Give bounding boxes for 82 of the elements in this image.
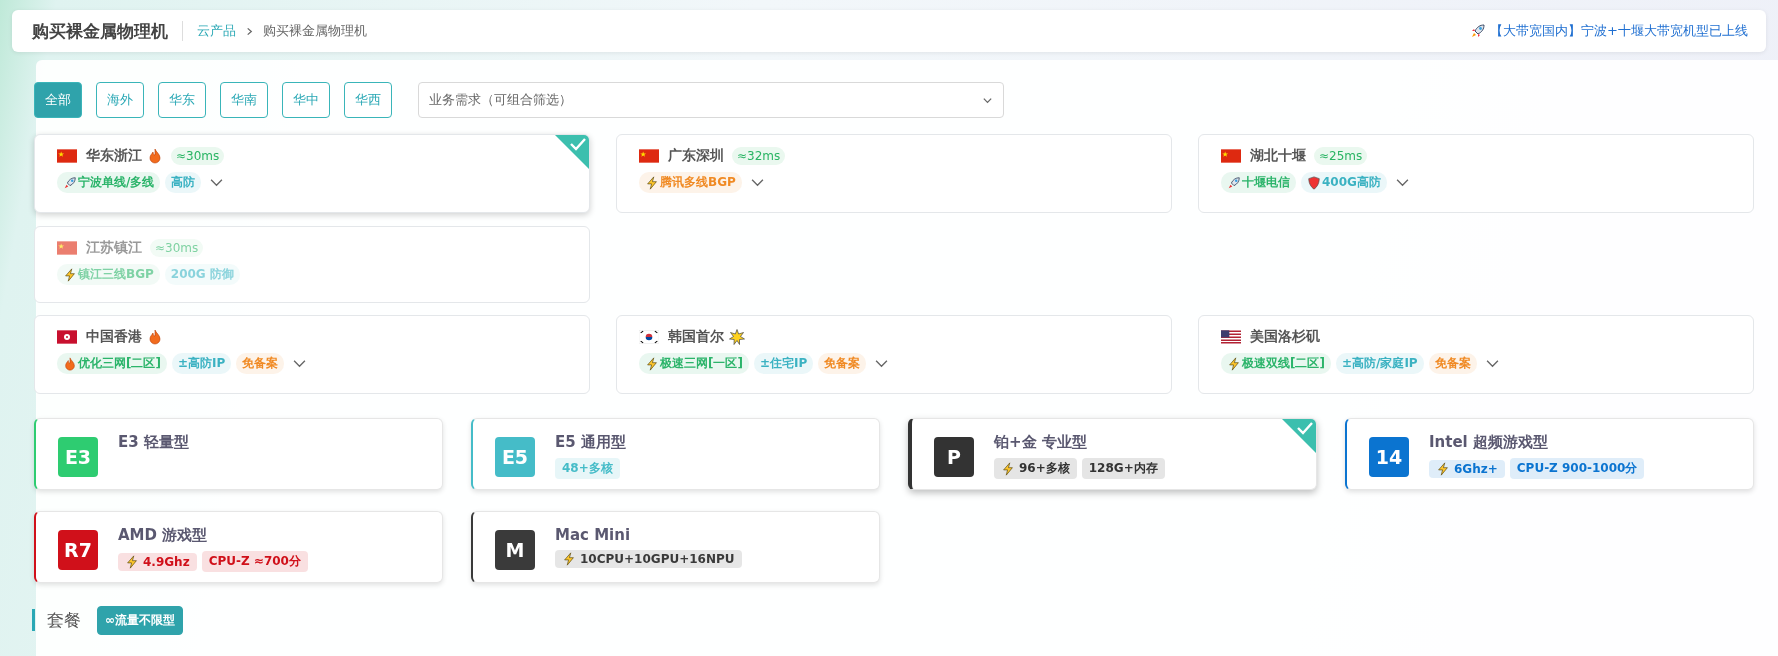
announcement-link[interactable]: 【大带宽国内】宁波+十堰大带宽机型已上线 bbox=[1490, 22, 1748, 40]
lightning-icon bbox=[645, 356, 659, 371]
region-card[interactable]: 韩国首尔 极速三网[一区] ±住宅IP 免备案 bbox=[616, 315, 1172, 394]
expand-chevron-icon[interactable] bbox=[210, 178, 224, 187]
feature-tag: 宁波单线/多线 bbox=[57, 172, 161, 193]
shield-icon bbox=[1307, 175, 1321, 190]
feature-tag: 优化三网[二区] bbox=[57, 353, 167, 374]
feature-tag: 十堰电信 bbox=[1221, 172, 1296, 193]
region-card[interactable]: 华东浙江 ≈30ms 宁波单线/多线 高防 bbox=[34, 134, 590, 213]
model-badge: E5 bbox=[495, 437, 535, 477]
region-name: 湖北十堰 bbox=[1250, 147, 1306, 165]
model-name: E5 通用型 bbox=[555, 433, 626, 452]
feature-tag: 400G高防 bbox=[1301, 172, 1387, 193]
spec-tag: CPU-Z ≈700分 bbox=[201, 551, 308, 572]
spec-tag: 96+多核 bbox=[994, 458, 1077, 479]
flame-icon bbox=[63, 356, 77, 371]
feature-tag: ±高防IP bbox=[171, 353, 232, 374]
server-model-card[interactable]: E3 E3 轻量型 bbox=[34, 418, 443, 490]
model-badge: E3 bbox=[58, 437, 98, 477]
latency-badge: ≈30ms bbox=[150, 239, 204, 257]
server-model-card[interactable]: 14 Intel 超频游戏型 6Ghz+ CPU-Z 900-1000分 bbox=[1345, 418, 1754, 490]
feature-tag: 镇江三线BGP bbox=[57, 264, 160, 285]
feature-tag: 极速双线[二区] bbox=[1221, 353, 1331, 374]
latency-badge: ≈32ms bbox=[732, 147, 786, 165]
rocket-icon bbox=[63, 175, 77, 190]
feature-tag: 免备案 bbox=[236, 353, 285, 374]
feature-tag: 腾讯多线BGP bbox=[639, 172, 742, 193]
model-name: AMD 游戏型 bbox=[118, 526, 209, 545]
lightning-icon bbox=[1227, 356, 1241, 371]
spec-tag: 10CPU+10GPU+16NPU bbox=[555, 550, 742, 568]
checkmark-corner-icon bbox=[1282, 419, 1316, 453]
checkmark-corner-icon bbox=[555, 135, 589, 169]
feature-tag: 极速三网[一区] bbox=[639, 353, 749, 374]
region-card[interactable]: 美国洛杉矶 极速双线[二区] ±高防/家庭IP 免备案 bbox=[1198, 315, 1754, 394]
expand-chevron-icon[interactable] bbox=[1395, 178, 1409, 187]
region-card[interactable]: 湖北十堰 ≈25ms 十堰电信 400G高防 bbox=[1198, 134, 1754, 213]
feature-tag: ±住宅IP bbox=[753, 353, 814, 374]
demand-select[interactable]: 业务需求（可组合筛选） bbox=[418, 82, 1004, 118]
rocket-icon bbox=[1227, 175, 1241, 190]
model-name: 铂+金 专业型 bbox=[994, 433, 1088, 452]
section-title: 套餐 bbox=[47, 608, 81, 632]
spec-tag: 48+多核 bbox=[555, 458, 620, 479]
server-model-card[interactable]: M Mac Mini 10CPU+10GPU+16NPU bbox=[471, 511, 880, 583]
latency-badge: ≈30ms bbox=[171, 147, 225, 165]
expand-chevron-icon[interactable] bbox=[1485, 359, 1499, 368]
spec-tag: 6Ghz+ bbox=[1429, 459, 1505, 478]
feature-tag: 高防 bbox=[165, 172, 202, 193]
feature-tag: ±高防/家庭IP bbox=[1335, 353, 1424, 374]
model-badge: 14 bbox=[1369, 437, 1409, 477]
expand-chevron-icon[interactable] bbox=[875, 359, 889, 368]
chevron-right-icon bbox=[245, 26, 254, 36]
model-name: E3 轻量型 bbox=[118, 433, 189, 452]
region-card[interactable]: 中国香港 优化三网[二区] ±高防IP 免备案 bbox=[34, 315, 590, 394]
model-badge: R7 bbox=[58, 530, 98, 570]
region-name: 美国洛杉矶 bbox=[1250, 328, 1320, 346]
lightning-icon bbox=[645, 175, 659, 190]
server-model-card[interactable]: R7 AMD 游戏型 4.9Ghz CPU-Z ≈700分 bbox=[34, 511, 443, 583]
region-name: 江苏镇江 bbox=[86, 239, 142, 257]
lightning-icon bbox=[63, 267, 77, 282]
latency-badge: ≈25ms bbox=[1314, 147, 1368, 165]
region-card[interactable]: 广东深圳 ≈32ms 腾讯多线BGP bbox=[616, 134, 1172, 213]
region-name: 广东深圳 bbox=[668, 147, 724, 165]
spec-tag: CPU-Z 900-1000分 bbox=[1509, 458, 1645, 479]
server-model-card[interactable]: E5 E5 通用型 48+多核 bbox=[471, 418, 880, 490]
model-badge: P bbox=[934, 437, 974, 477]
spec-tag: 4.9Ghz bbox=[118, 552, 197, 571]
feature-tag: 免备案 bbox=[1428, 353, 1477, 374]
page-title: 购买裸金属物理机 bbox=[32, 19, 168, 43]
rocket-icon bbox=[1470, 23, 1487, 39]
spec-tag: 128G+内存 bbox=[1081, 458, 1165, 479]
region-name: 中国香港 bbox=[86, 328, 142, 346]
feature-tag: 200G 防御 bbox=[164, 264, 240, 285]
expand-chevron-icon[interactable] bbox=[293, 359, 307, 368]
page-name: 购买裸金属物理机 bbox=[263, 22, 367, 40]
model-name: Intel 超频游戏型 bbox=[1429, 433, 1549, 452]
region-name: 韩国首尔 bbox=[668, 328, 724, 346]
model-name: Mac Mini bbox=[555, 526, 632, 544]
feature-tag: 免备案 bbox=[818, 353, 867, 374]
server-model-card[interactable]: P 铂+金 专业型 96+多核 128G+内存 bbox=[908, 418, 1317, 490]
model-badge: M bbox=[495, 530, 535, 570]
region-name: 华东浙江 bbox=[86, 147, 142, 165]
expand-chevron-icon[interactable] bbox=[750, 178, 764, 187]
